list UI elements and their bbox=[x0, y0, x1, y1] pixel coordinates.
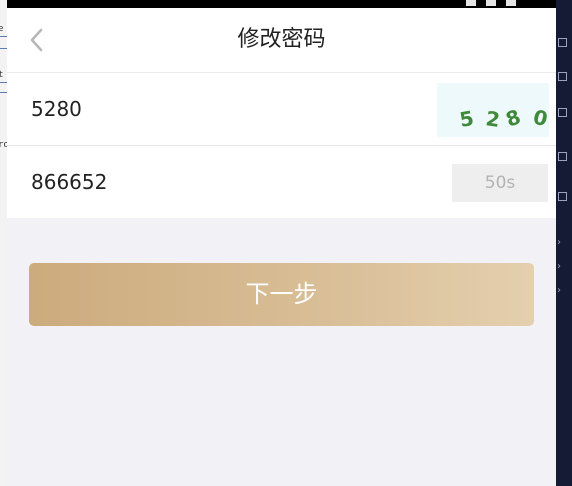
background-text-fragment: t bbox=[0, 70, 3, 80]
captcha-image[interactable]: 5 2 8 0 bbox=[437, 83, 549, 137]
battery-icon bbox=[486, 0, 496, 6]
page-title: 修改密码 bbox=[237, 27, 326, 52]
clock-icon bbox=[506, 0, 516, 6]
panel-square-icon[interactable] bbox=[558, 72, 567, 81]
verification-form: 5 2 8 0 50s bbox=[7, 73, 556, 218]
background-divider bbox=[0, 92, 7, 93]
background-divider bbox=[0, 82, 7, 83]
panel-square-icon[interactable] bbox=[558, 108, 567, 117]
change-password-screen: 修改密码 5 2 8 0 50s 下一步 bbox=[7, 8, 556, 486]
captcha-input[interactable] bbox=[31, 91, 411, 127]
captcha-glyph: 8 bbox=[503, 104, 524, 131]
panel-chevron-icon[interactable]: › bbox=[557, 286, 561, 296]
resend-countdown-button[interactable]: 50s bbox=[452, 164, 548, 202]
nav-bar: 修改密码 bbox=[7, 8, 556, 73]
background-text-fragment: e bbox=[0, 24, 3, 34]
captcha-graphic: 5 2 8 0 bbox=[458, 104, 549, 132]
status-icons bbox=[466, 0, 516, 6]
signal-icon bbox=[466, 0, 476, 6]
background-divider bbox=[0, 36, 7, 37]
panel-chevron-icon[interactable]: › bbox=[557, 238, 561, 248]
ide-side-panel: › › › bbox=[556, 0, 572, 486]
sms-code-row: 50s bbox=[7, 146, 556, 218]
captcha-glyph: 2 bbox=[484, 106, 501, 132]
panel-chevron-icon[interactable]: › bbox=[557, 262, 561, 272]
captcha-row: 5 2 8 0 bbox=[7, 73, 556, 146]
captcha-glyph: 0 bbox=[531, 105, 549, 132]
background-divider bbox=[0, 48, 7, 49]
captcha-glyph: 5 bbox=[458, 106, 476, 132]
panel-square-icon[interactable] bbox=[558, 192, 567, 201]
next-step-button[interactable]: 下一步 bbox=[29, 263, 534, 326]
panel-square-icon[interactable] bbox=[558, 38, 567, 47]
sms-code-input[interactable] bbox=[31, 164, 411, 200]
status-bar bbox=[7, 0, 556, 8]
panel-square-icon[interactable] bbox=[558, 152, 567, 161]
